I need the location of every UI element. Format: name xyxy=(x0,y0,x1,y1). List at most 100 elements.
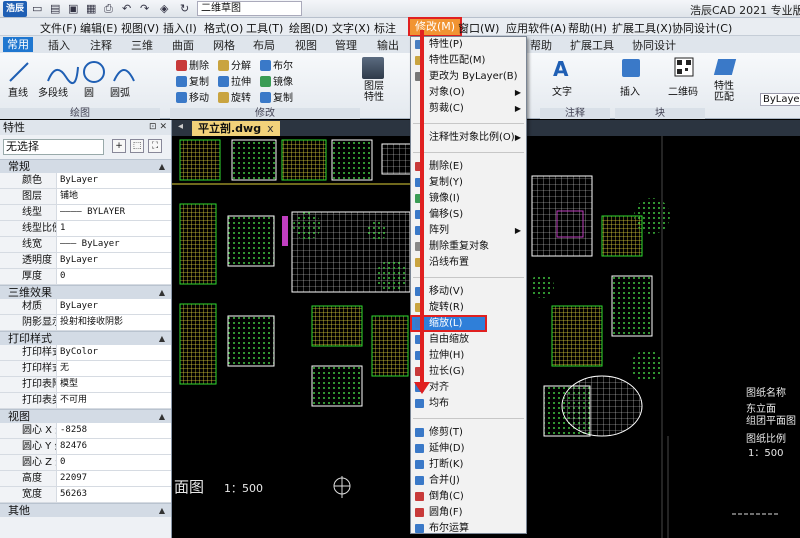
save-icon[interactable]: ▣ xyxy=(68,2,78,15)
menu-item[interactable]: 阵列 ▶ xyxy=(411,223,526,238)
collapse-icon[interactable]: ▲ xyxy=(159,332,165,346)
property-value[interactable]: 56263 xyxy=(57,487,171,502)
erase-button[interactable]: 删除 xyxy=(176,57,209,72)
menu-item[interactable]: 剪裁(C) ▶ xyxy=(411,101,526,116)
menu-item[interactable]: 注释性对象比例(O) ▶ xyxy=(411,130,526,145)
property-value[interactable]: 22097 xyxy=(57,471,171,486)
redo-icon[interactable]: ↷ xyxy=(140,2,149,15)
property-row[interactable]: 线宽 ——— ByLayer xyxy=(0,237,171,253)
property-row[interactable]: 圆心 Y 坐标82476 xyxy=(0,439,171,455)
insert-block-button[interactable]: 插入 xyxy=(620,83,640,98)
menu-item[interactable]: 自由缩放 xyxy=(411,332,526,347)
open-file-icon[interactable]: ▤ xyxy=(50,2,60,15)
property-value[interactable]: -8258 xyxy=(57,423,171,438)
layer-properties-button[interactable]: 图层 特性 xyxy=(364,81,384,103)
menu-item[interactable]: 更改为 ByLayer(B) xyxy=(411,69,526,84)
property-value[interactable]: ByLayer xyxy=(57,253,171,268)
explode-button[interactable]: 分解 xyxy=(218,57,251,72)
menu-item[interactable]: 沿线布置 xyxy=(411,255,526,270)
tab-view[interactable]: 视图 xyxy=(295,37,317,53)
property-row[interactable]: 线型比例1 xyxy=(0,221,171,237)
menu-item[interactable]: 打断(K) xyxy=(411,457,526,472)
property-row[interactable]: 阴影显示投射和接收阴影 xyxy=(0,315,171,331)
menu-format[interactable]: 格式(O) xyxy=(204,20,243,36)
tab-3d[interactable]: 三维 xyxy=(131,37,153,53)
menu-item[interactable]: 镜像(I) xyxy=(411,191,526,206)
collapse-icon[interactable]: ▲ xyxy=(159,160,165,174)
menu-view[interactable]: 视图(V) xyxy=(121,20,159,36)
property-row[interactable]: 厚度 0 xyxy=(0,269,171,285)
menu-item[interactable]: 合并(J) xyxy=(411,473,526,488)
tab-mesh[interactable]: 网格 xyxy=(213,37,235,53)
tab-extension[interactable]: 扩展工具 xyxy=(570,37,614,53)
document-tab[interactable]: 平立剖.dwg x xyxy=(192,121,280,136)
circle-button[interactable]: 圆 xyxy=(84,84,94,99)
section-header[interactable]: 常规 ▲ xyxy=(0,159,171,173)
menu-apps[interactable]: 应用软件(A) xyxy=(506,20,566,36)
collapse-icon[interactable]: ▲ xyxy=(159,286,165,300)
menu-item[interactable]: 删除(E) xyxy=(411,159,526,174)
property-value[interactable]: 0 xyxy=(57,269,171,284)
menu-item[interactable]: 倒角(C) xyxy=(411,489,526,504)
property-value[interactable]: 0 xyxy=(57,455,171,470)
menu-item[interactable]: 对象(O) ▶ xyxy=(411,85,526,100)
match-properties-button[interactable]: 特性 匹配 xyxy=(714,81,734,103)
menu-insert[interactable]: 插入(I) xyxy=(163,20,197,36)
section-header[interactable]: 其他 ▲ xyxy=(0,503,171,517)
property-row[interactable]: 图层 铺地 xyxy=(0,189,171,205)
property-value[interactable]: 投射和接收阴影 xyxy=(57,315,171,330)
property-value[interactable]: 模型 xyxy=(57,377,171,392)
menu-file[interactable]: 文件(F) xyxy=(40,20,77,36)
property-value[interactable]: 82476 xyxy=(57,439,171,454)
text-button[interactable]: 文字 xyxy=(552,83,572,98)
menu-draw[interactable]: 绘图(D) xyxy=(289,20,328,36)
menu-item[interactable]: 复制(Y) xyxy=(411,175,526,190)
copy2-button[interactable]: 复制 xyxy=(260,89,293,104)
tab-insert[interactable]: 插入 xyxy=(48,37,70,53)
menu-item[interactable]: 偏移(S) xyxy=(411,207,526,222)
menu-window[interactable]: 窗口(W) xyxy=(458,20,499,36)
workspace-selector[interactable]: 二维草图 xyxy=(197,1,302,16)
property-value[interactable]: ByLayer xyxy=(57,173,171,188)
menu-item[interactable]: 圆角(F) xyxy=(411,505,526,520)
line-button[interactable]: 直线 xyxy=(8,84,28,99)
move-button[interactable]: 移动 xyxy=(176,89,209,104)
qrcode-button[interactable]: 二维码 xyxy=(668,83,698,98)
property-value[interactable]: 铺地 xyxy=(57,189,171,204)
workspace-icon[interactable]: ◈ xyxy=(160,2,168,15)
tab-home[interactable]: 常用 xyxy=(3,37,33,52)
property-row[interactable]: 打印样式表无 xyxy=(0,361,171,377)
tab-output[interactable]: 输出 xyxy=(377,37,399,53)
tab-surface[interactable]: 曲面 xyxy=(172,37,194,53)
property-value[interactable]: ——— ByLayer xyxy=(57,237,171,252)
new-file-icon[interactable]: ▭ xyxy=(32,2,42,15)
property-row[interactable]: 圆心 X 坐标-8258 xyxy=(0,423,171,439)
mirror-button[interactable]: 镜像 xyxy=(260,73,293,88)
polyline-button[interactable]: 多段线 xyxy=(38,84,68,99)
menu-item[interactable]: 均布 xyxy=(411,396,526,411)
property-row[interactable]: 透明度 ByLayer xyxy=(0,253,171,269)
menu-help[interactable]: 帮助(H) xyxy=(568,20,607,36)
select-objects-icon[interactable]: ⬚ xyxy=(130,139,144,153)
section-header[interactable]: 打印样式 ▲ xyxy=(0,331,171,345)
menu-item[interactable]: 布尔运算 xyxy=(411,521,526,536)
save-as-icon[interactable]: ▦ xyxy=(86,2,96,15)
close-icon[interactable]: ⊡ ✕ xyxy=(149,120,167,135)
menu-extension[interactable]: 扩展工具(X) xyxy=(612,20,672,36)
property-value[interactable]: 1 xyxy=(57,221,171,236)
property-row[interactable]: 打印表类型不可用 xyxy=(0,393,171,409)
tab-scroll-icon[interactable]: ◂ xyxy=(178,121,183,132)
menu-item[interactable]: 删除重复对象 xyxy=(411,239,526,254)
tab-collab[interactable]: 协同设计 xyxy=(632,37,676,53)
tab-manage[interactable]: 管理 xyxy=(335,37,357,53)
print-icon[interactable]: ⎙ xyxy=(104,2,113,16)
collapse-icon[interactable]: ▲ xyxy=(159,504,165,518)
collapse-icon[interactable]: ▲ xyxy=(159,410,165,424)
tab-layout[interactable]: 布局 xyxy=(253,37,275,53)
menu-item[interactable]: 拉伸(H) xyxy=(411,348,526,363)
toggle-pickadd-icon[interactable]: + xyxy=(112,139,126,153)
property-value[interactable]: ByLayer xyxy=(57,299,171,314)
menu-collab[interactable]: 协同设计(C) xyxy=(672,20,732,36)
menu-edit[interactable]: 编辑(E) xyxy=(80,20,118,36)
menu-tools[interactable]: 工具(T) xyxy=(246,20,283,36)
